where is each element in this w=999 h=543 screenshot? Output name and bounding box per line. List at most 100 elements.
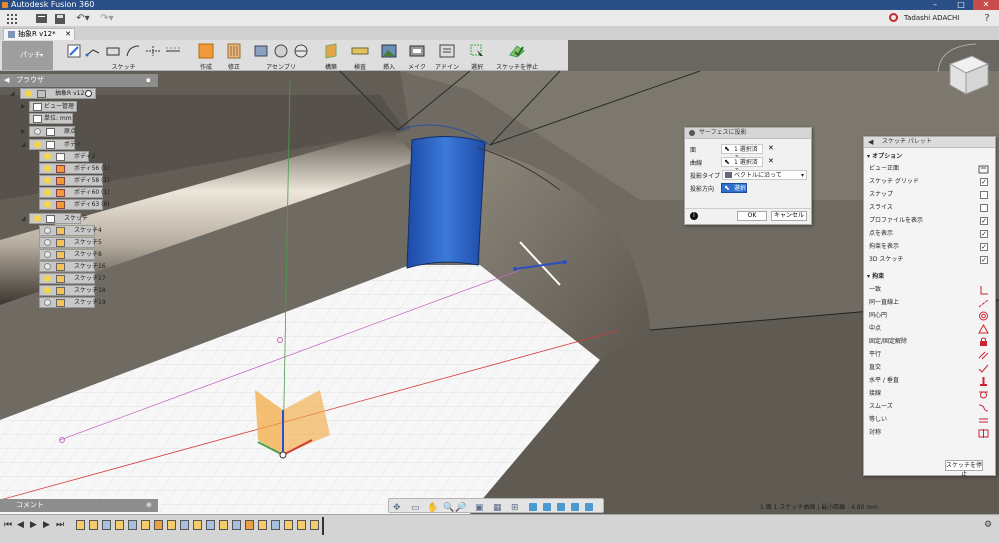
toolbar-group-assemble[interactable]: アセンブリ bbox=[250, 40, 312, 71]
undo-icon[interactable]: ↶▾ bbox=[74, 12, 92, 25]
collapse-icon[interactable]: ◀ bbox=[868, 137, 873, 147]
symmetry-icon[interactable] bbox=[978, 428, 989, 438]
face-selection-field[interactable]: ⬉1 選択済み bbox=[721, 144, 763, 162]
browser-node-sketches[interactable]: スケッチ bbox=[29, 213, 88, 224]
timeline-feature[interactable] bbox=[128, 520, 137, 530]
constraint-fix[interactable]: 固定/固定解除 bbox=[869, 336, 991, 349]
look-at-icon[interactable] bbox=[978, 164, 989, 174]
visibility-bulb-icon[interactable] bbox=[34, 128, 41, 135]
timeline-feature[interactable] bbox=[141, 520, 150, 530]
timeline-play-icon[interactable]: ▶ bbox=[30, 520, 37, 530]
visibility-bulb-icon[interactable] bbox=[44, 227, 51, 234]
timeline-feature[interactable] bbox=[89, 520, 98, 530]
checkbox-checked-icon[interactable]: ✓ bbox=[980, 230, 988, 238]
timeline-feature[interactable] bbox=[115, 520, 124, 530]
collinear-icon[interactable] bbox=[978, 298, 989, 308]
visibility-bulb-icon[interactable] bbox=[44, 275, 51, 282]
activate-radio-icon[interactable] bbox=[85, 90, 92, 97]
info-icon[interactable]: i bbox=[690, 212, 698, 220]
cancel-button[interactable]: キャンセル bbox=[771, 211, 807, 221]
timeline-feature[interactable] bbox=[154, 520, 163, 530]
data-panel-icon[interactable] bbox=[5, 12, 19, 25]
timeline-feature[interactable] bbox=[258, 520, 267, 530]
line-icon[interactable] bbox=[85, 44, 101, 58]
save-icon[interactable] bbox=[53, 12, 67, 25]
timeline-feature[interactable] bbox=[206, 520, 215, 530]
redo-icon[interactable]: ↷▾ bbox=[98, 12, 116, 25]
visibility-bulb-icon[interactable] bbox=[44, 165, 51, 172]
tangent-icon[interactable] bbox=[978, 389, 989, 399]
collapse-icon[interactable]: ◀ bbox=[4, 74, 9, 87]
clear-curve-icon[interactable]: ✕ bbox=[768, 157, 774, 165]
browser-node-named-views[interactable]: ビュー管理 bbox=[29, 101, 77, 112]
visibility-bulb-icon[interactable] bbox=[44, 263, 51, 270]
close-window-button[interactable]: ✕ bbox=[973, 0, 999, 10]
toolbar-group-select[interactable]: 選択 bbox=[464, 40, 490, 71]
tree-expand-icon[interactable]: ◢ bbox=[21, 141, 26, 148]
option-show-constraints[interactable]: 拘束を表示 ✓ bbox=[869, 241, 991, 254]
constraints-section-header[interactable]: ▾ 拘束 bbox=[867, 271, 884, 280]
constraint-midpoint[interactable]: 中点 bbox=[869, 323, 991, 336]
checkbox-unchecked-icon[interactable] bbox=[980, 204, 988, 212]
create-sketch-icon[interactable] bbox=[67, 44, 81, 58]
browser-node-sketch[interactable]: スケッチ8 bbox=[39, 249, 102, 260]
arc-icon[interactable] bbox=[125, 44, 141, 58]
clear-face-icon[interactable]: ✕ bbox=[768, 144, 774, 152]
workspace-switcher[interactable]: パッチ ▾ bbox=[2, 41, 53, 70]
browser-node-sketch[interactable]: スケッチ16 bbox=[39, 261, 106, 272]
browser-node-body[interactable]: ボディ56 (1) bbox=[39, 163, 110, 174]
constraint-concentric[interactable]: 同心円 bbox=[869, 310, 991, 323]
browser-panel-header[interactable]: ◀ ブラウザ ▪ bbox=[0, 74, 158, 87]
tree-expand-icon[interactable]: ▶ bbox=[21, 103, 26, 110]
constraint-horizontal-vertical[interactable]: 水平 / 垂直 bbox=[869, 375, 991, 388]
timeline-feature[interactable] bbox=[297, 520, 306, 530]
timeline-feature[interactable] bbox=[284, 520, 293, 530]
add-comment-icon[interactable]: ⊕ bbox=[146, 499, 152, 512]
option-look-at[interactable]: ビュー正面 bbox=[869, 163, 991, 176]
browser-node-origin[interactable]: 原点 bbox=[29, 126, 76, 137]
tree-expand-icon[interactable]: ◢ bbox=[10, 90, 15, 97]
browser-node-root[interactable]: 抽象R v12 bbox=[20, 88, 96, 99]
option-show-points[interactable]: 点を表示 ✓ bbox=[869, 228, 991, 241]
timeline-prev-icon[interactable]: ◀ bbox=[17, 520, 24, 530]
tree-expand-icon[interactable]: ▶ bbox=[21, 128, 26, 135]
projection-direction-select-button[interactable]: ⬉ 選択 bbox=[721, 183, 747, 193]
constraint-equal[interactable]: 等しい bbox=[869, 414, 991, 427]
palette-header[interactable]: ◀ スケッチ パレット bbox=[864, 137, 995, 148]
visibility-bulb-icon[interactable] bbox=[25, 90, 32, 97]
pin-icon[interactable]: ▪ bbox=[146, 74, 151, 87]
help-icon[interactable]: ? bbox=[980, 12, 994, 25]
timeline-feature[interactable] bbox=[167, 520, 176, 530]
perpendicular-icon[interactable] bbox=[978, 363, 989, 373]
timeline-feature[interactable] bbox=[193, 520, 202, 530]
timeline-feature[interactable] bbox=[219, 520, 228, 530]
constraint-symmetry[interactable]: 対称 bbox=[869, 427, 991, 440]
visibility-bulb-icon[interactable] bbox=[34, 141, 41, 148]
visibility-bulb-icon[interactable] bbox=[44, 251, 51, 258]
timeline-feature[interactable] bbox=[232, 520, 241, 530]
toolbar-group-make[interactable]: メイク bbox=[404, 40, 430, 71]
projection-type-select[interactable]: ベクトルに沿って ▾ bbox=[722, 170, 807, 180]
checkbox-checked-icon[interactable]: ✓ bbox=[980, 256, 988, 264]
3d-viewport[interactable] bbox=[0, 71, 999, 514]
toolbar-group-modify[interactable]: 修正 bbox=[221, 40, 247, 71]
rectangle-icon[interactable] bbox=[105, 44, 121, 58]
offset-icon[interactable] bbox=[165, 44, 181, 58]
constraint-parallel[interactable]: 平行 bbox=[869, 349, 991, 362]
trim-icon[interactable] bbox=[145, 44, 161, 58]
options-section-header[interactable]: ▾ オプション bbox=[867, 151, 902, 160]
visibility-bulb-icon[interactable] bbox=[44, 189, 51, 196]
user-account[interactable]: Tadashi ADACHI bbox=[904, 13, 974, 23]
option-slice[interactable]: スライス bbox=[869, 202, 991, 215]
browser-node-sketch[interactable]: スケッチ5 bbox=[39, 237, 102, 248]
ok-button[interactable]: OK bbox=[737, 211, 767, 221]
option-show-profile[interactable]: プロファイルを表示 ✓ bbox=[869, 215, 991, 228]
option-sketch-grid[interactable]: スケッチ グリッド ✓ bbox=[869, 176, 991, 189]
fix-icon[interactable] bbox=[978, 337, 989, 347]
parallel-icon[interactable] bbox=[978, 350, 989, 360]
toolbar-group-inspect[interactable]: 検査 bbox=[346, 40, 374, 71]
visibility-bulb-icon[interactable] bbox=[44, 201, 51, 208]
coincident-icon[interactable] bbox=[978, 285, 989, 295]
visibility-bulb-icon[interactable] bbox=[44, 153, 51, 160]
constraint-collinear[interactable]: 同一直線上 bbox=[869, 297, 991, 310]
